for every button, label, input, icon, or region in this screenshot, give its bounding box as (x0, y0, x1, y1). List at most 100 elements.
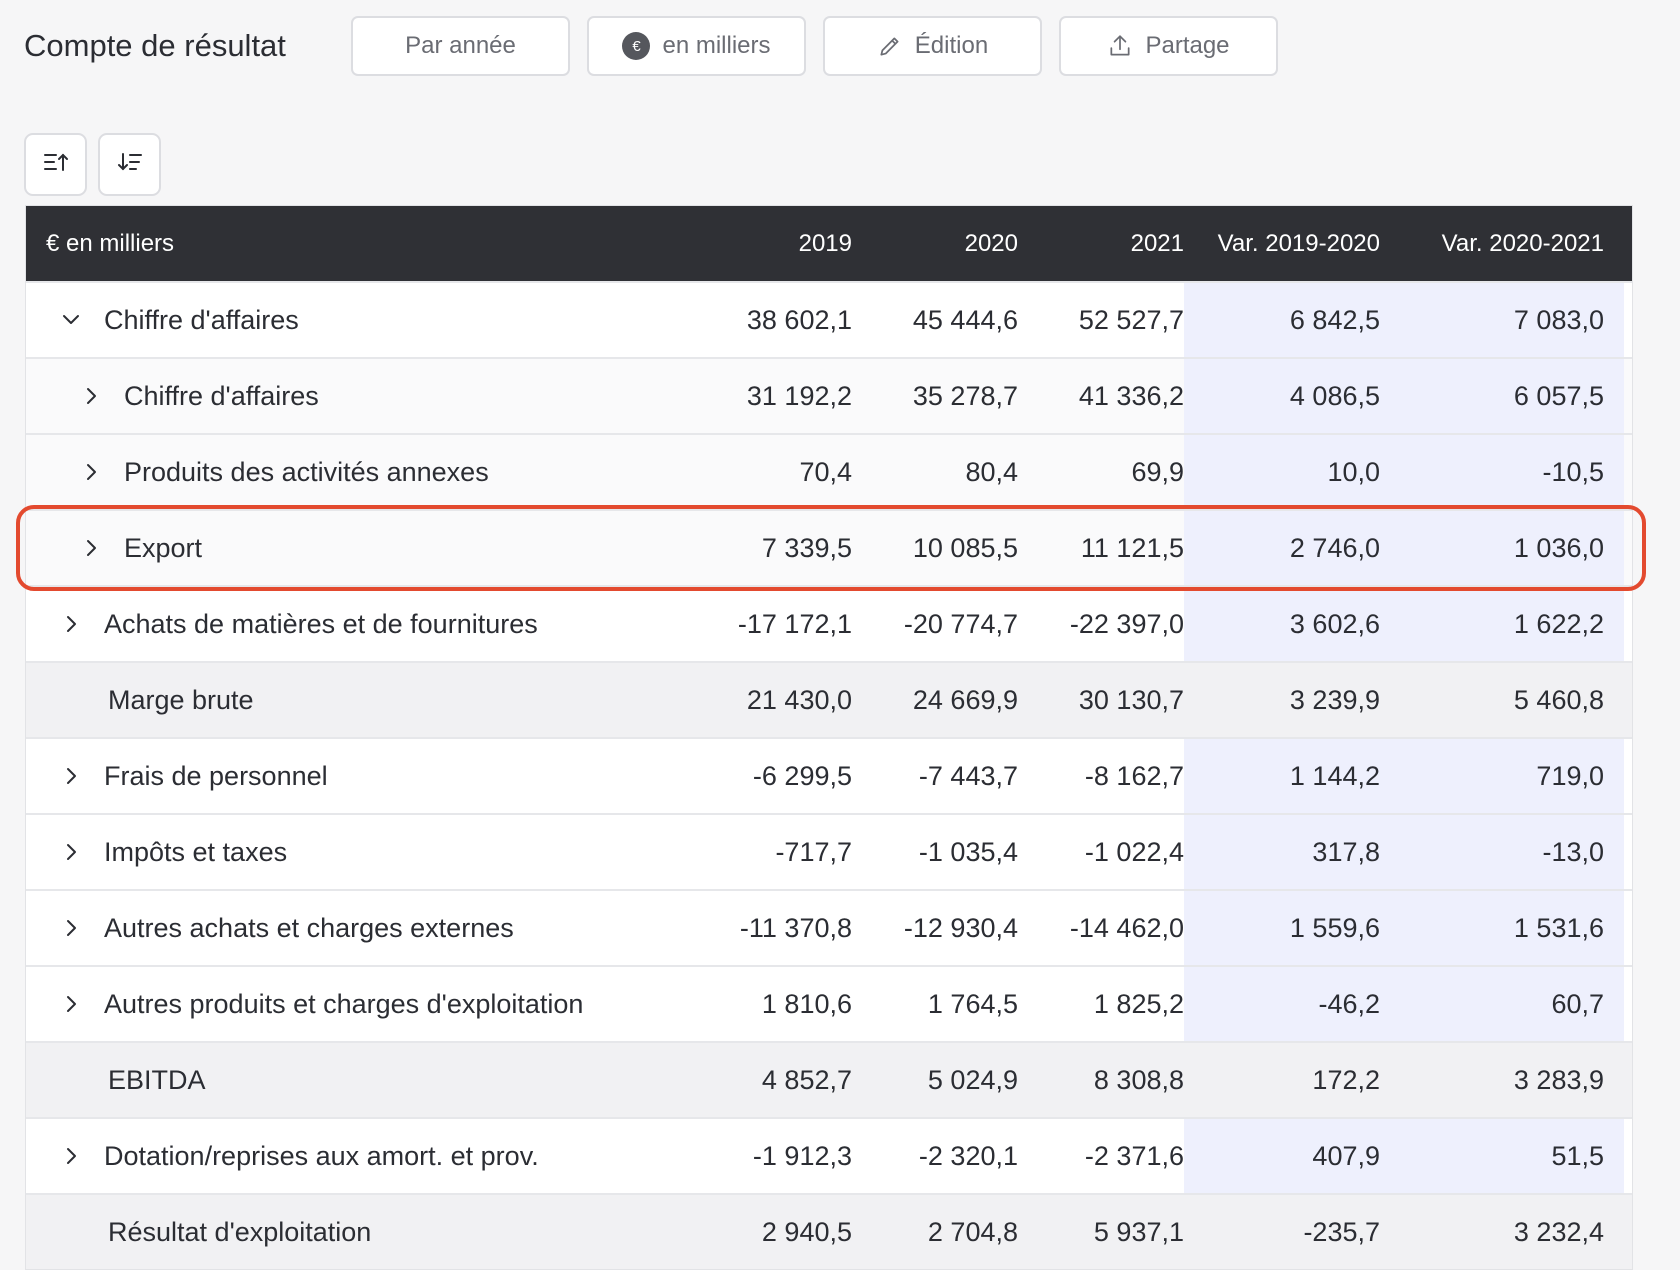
value-2019: -11 370,8 (739, 912, 852, 943)
column-header-var-2019-2020[interactable]: Var. 2019-2020 (1184, 206, 1400, 281)
table-row[interactable]: Chiffre d'affaires 31 192,2 35 278,7 41 … (26, 357, 1632, 433)
table-row-export[interactable]: Export 7 339,5 10 085,5 11 121,5 2 746,0… (26, 509, 1632, 585)
value-2020: 1 764,5 (927, 988, 1018, 1019)
pencil-icon (877, 33, 903, 59)
sort-descending-button[interactable] (98, 133, 161, 196)
row-label: Produits des activités annexes (124, 456, 489, 487)
table-row[interactable]: Impôts et taxes -717,7 -1 035,4 -1 022,4… (26, 813, 1632, 889)
row-label: EBITDA (108, 1064, 206, 1095)
value-var-2020-2021: 1 036,0 (1400, 511, 1624, 585)
table-row-total: Résultat d'exploitation 2 940,5 2 704,8 … (26, 1193, 1632, 1269)
column-header-label: € en milliers (46, 229, 175, 257)
euro-icon: € (622, 32, 651, 60)
row-label-cell: Chiffre d'affaires (26, 359, 686, 433)
value-var-2019-2020: 407,9 (1184, 1119, 1400, 1193)
unit-button[interactable]: € en milliers (587, 16, 806, 76)
row-label: Autres achats et charges externes (104, 912, 514, 943)
column-header-var-2020-2021[interactable]: Var. 2020-2021 (1400, 206, 1624, 281)
value-var-2019-2020: -46,2 (1184, 967, 1400, 1041)
value-var-2020-2021: 3 232,4 (1513, 1216, 1604, 1247)
chevron-right-icon[interactable] (56, 1141, 86, 1171)
column-header-2019[interactable]: 2019 (686, 206, 852, 281)
row-label: Autres produits et charges d'exploitatio… (104, 988, 584, 1019)
period-button[interactable]: Par année (351, 16, 570, 76)
value-2019: 2 940,5 (761, 1216, 852, 1247)
value-2019: -1 912,3 (752, 1140, 852, 1171)
toolbar: Compte de résultat Par année € en millie… (24, 16, 1295, 76)
column-header-2021[interactable]: 2021 (1018, 206, 1184, 281)
row-label-cell: Autres produits et charges d'exploitatio… (26, 967, 686, 1041)
value-var-2020-2021: 5 460,8 (1513, 684, 1604, 715)
value-2021: -1 022,4 (1084, 836, 1184, 867)
chevron-right-icon[interactable] (56, 837, 86, 867)
row-label-cell: Dotation/reprises aux amort. et prov. (26, 1119, 686, 1193)
value-2021: 69,9 (1131, 456, 1184, 487)
edit-button[interactable]: Édition (823, 16, 1042, 76)
chevron-right-icon[interactable] (76, 381, 106, 411)
value-2019: -6 299,5 (752, 760, 852, 791)
value-2019: 1 810,6 (761, 988, 852, 1019)
value-var-2020-2021: 7 083,0 (1400, 283, 1624, 357)
value-2019: -17 172,1 (737, 608, 852, 639)
value-2021: 30 130,7 (1078, 684, 1184, 715)
table-row[interactable]: Achats de matières et de fournitures -17… (26, 585, 1632, 661)
chevron-right-icon[interactable] (56, 913, 86, 943)
sort-ascending-button[interactable] (24, 133, 87, 196)
table-row[interactable]: Autres produits et charges d'exploitatio… (26, 965, 1632, 1041)
table-row[interactable]: Chiffre d'affaires 38 602,1 45 444,6 52 … (26, 281, 1632, 357)
row-label-cell: Chiffre d'affaires (26, 283, 686, 357)
value-var-2019-2020: -235,7 (1303, 1216, 1380, 1247)
value-2020: 80,4 (965, 456, 1018, 487)
row-label-cell: Marge brute (26, 663, 686, 737)
value-2021: 1 825,2 (1093, 988, 1184, 1019)
chevron-right-icon[interactable] (56, 989, 86, 1019)
row-label: Chiffre d'affaires (104, 304, 299, 335)
value-var-2020-2021: 1 531,6 (1400, 891, 1624, 965)
value-var-2019-2020: 6 842,5 (1184, 283, 1400, 357)
value-2020: 5 024,9 (927, 1064, 1018, 1095)
row-label-cell: Frais de personnel (26, 739, 686, 813)
value-var-2020-2021: 51,5 (1400, 1119, 1624, 1193)
value-2020: -2 320,1 (918, 1140, 1018, 1171)
chevron-right-icon[interactable] (56, 609, 86, 639)
chevron-down-icon[interactable] (56, 305, 86, 335)
column-header-2020[interactable]: 2020 (852, 206, 1018, 281)
value-2021: -22 397,0 (1069, 608, 1184, 639)
row-label: Marge brute (108, 684, 254, 715)
value-2020: 45 444,6 (912, 304, 1018, 335)
value-2021: 41 336,2 (1078, 380, 1184, 411)
table-row[interactable]: Autres achats et charges externes -11 37… (26, 889, 1632, 965)
value-2020: -12 930,4 (903, 912, 1018, 943)
value-2019: 38 602,1 (746, 304, 852, 335)
row-label-cell: Autres achats et charges externes (26, 891, 686, 965)
value-var-2020-2021: 6 057,5 (1400, 359, 1624, 433)
value-2020: 35 278,7 (912, 380, 1018, 411)
euro-symbol: € (622, 32, 651, 60)
value-2021: 5 937,1 (1093, 1216, 1184, 1247)
value-2021: -2 371,6 (1084, 1140, 1184, 1171)
unit-button-label: en milliers (662, 32, 771, 59)
row-label-cell: Achats de matières et de fournitures (26, 587, 686, 661)
row-label-cell: EBITDA (26, 1043, 686, 1117)
chevron-right-icon[interactable] (56, 761, 86, 791)
table-row[interactable]: Frais de personnel -6 299,5 -7 443,7 -8 … (26, 737, 1632, 813)
row-label: Impôts et taxes (104, 836, 288, 867)
row-label-cell: Export (26, 511, 686, 585)
share-button[interactable]: Partage (1059, 16, 1278, 76)
sort-ascending-icon (42, 150, 70, 179)
chevron-right-icon[interactable] (76, 533, 106, 563)
value-2020: -20 774,7 (903, 608, 1018, 639)
value-var-2019-2020: 4 086,5 (1184, 359, 1400, 433)
value-2020: 10 085,5 (912, 532, 1018, 563)
chevron-right-icon[interactable] (76, 457, 106, 487)
value-2020: 24 669,9 (912, 684, 1018, 715)
value-2021: 8 308,8 (1093, 1064, 1184, 1095)
period-button-label: Par année (405, 32, 516, 59)
value-2021: -14 462,0 (1069, 912, 1184, 943)
value-var-2020-2021: -13,0 (1400, 815, 1624, 889)
table-row[interactable]: Produits des activités annexes 70,4 80,4… (26, 433, 1632, 509)
share-button-label: Partage (1145, 32, 1230, 59)
value-var-2020-2021: 3 283,9 (1513, 1064, 1604, 1095)
value-var-2019-2020: 3 239,9 (1289, 684, 1380, 715)
table-row[interactable]: Dotation/reprises aux amort. et prov. -1… (26, 1117, 1632, 1193)
